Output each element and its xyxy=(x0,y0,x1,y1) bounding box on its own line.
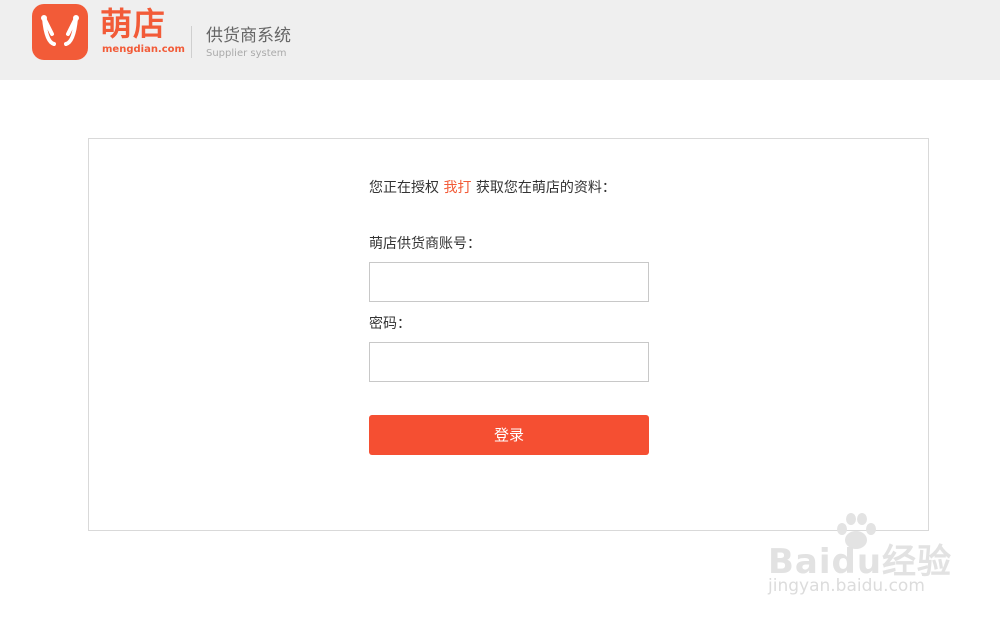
system-title: 供货商系统 xyxy=(206,26,291,46)
watermark-url: jingyan.baidu.com xyxy=(768,576,925,596)
header-divider xyxy=(191,26,192,58)
brand-domain: mengdian.com xyxy=(102,44,185,55)
top-header: 萌店 mengdian.com 供货商系统 Supplier system xyxy=(0,0,1000,80)
system-subtitle: Supplier system xyxy=(206,48,287,59)
password-input[interactable] xyxy=(369,342,649,382)
authorization-message: 您正在授权 我打 获取您在萌店的资料： xyxy=(369,178,616,198)
login-button[interactable]: 登录 xyxy=(369,415,649,455)
account-label: 萌店供货商账号： xyxy=(369,236,481,252)
auth-suffix: 获取您在萌店的资料： xyxy=(475,180,616,196)
account-input[interactable] xyxy=(369,262,649,302)
auth-app-name: 我打 xyxy=(443,180,472,196)
auth-prefix: 您正在授权 xyxy=(369,180,439,196)
password-label: 密码： xyxy=(369,316,411,332)
shopping-bag-icon[interactable] xyxy=(32,4,88,60)
brand-name[interactable]: 萌店 xyxy=(100,6,166,42)
baidu-watermark: Baidu经验 jingyan.baidu.com xyxy=(762,512,962,612)
